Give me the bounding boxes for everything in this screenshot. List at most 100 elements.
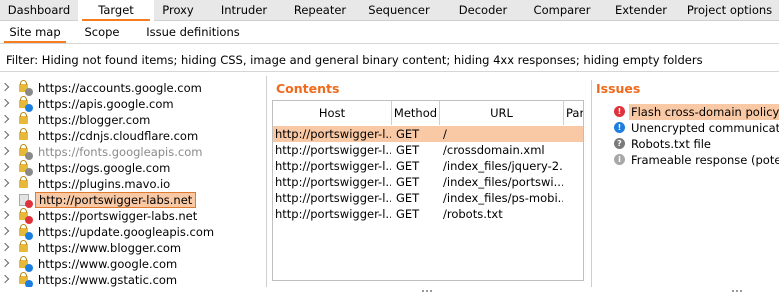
lock-icon <box>17 112 33 128</box>
tree-node-label: https://cdnjs.cloudflare.com <box>38 129 199 143</box>
chevron-right-icon[interactable] <box>0 258 10 268</box>
tree-node[interactable]: https://plugins.mavo.io <box>0 176 266 192</box>
column-header-params[interactable]: Para <box>564 101 583 125</box>
chevron-right-icon[interactable] <box>0 178 10 188</box>
contents-title: Contents <box>276 81 340 96</box>
status-dot <box>25 168 33 176</box>
table-row[interactable]: http://portswigger-l... GET /index_files… <box>273 190 583 206</box>
tab-label: Scope <box>84 25 120 39</box>
tree-node-label: https://www.gstatic.com <box>38 273 178 287</box>
status-dot <box>25 232 33 240</box>
cell-url: /index_files/ps-mobi... <box>443 191 563 205</box>
chevron-right-icon[interactable] <box>0 82 10 92</box>
cell-host: http://portswigger-l... <box>275 127 391 141</box>
resize-grip[interactable] <box>422 281 436 292</box>
issue-label: Robots.txt file <box>631 137 711 151</box>
tab-label: Comparer <box>533 3 591 17</box>
chevron-right-icon[interactable] <box>0 98 10 108</box>
tree-node-label: https://fonts.googleapis.com <box>38 145 203 159</box>
tab-label: Site map <box>9 25 61 39</box>
tab-comparer[interactable]: Comparer <box>522 0 602 20</box>
tree-node-label: https://ogs.google.com <box>38 161 171 175</box>
tree-node[interactable]: https://accounts.google.com <box>0 80 266 96</box>
status-dot <box>25 104 33 112</box>
issue-item[interactable]: ? Robots.txt file <box>614 136 779 152</box>
chevron-right-icon[interactable] <box>0 226 10 236</box>
filter-bar[interactable]: Filter: Hiding not found items; hiding C… <box>0 48 779 72</box>
chevron-right-icon[interactable] <box>0 274 10 284</box>
site-map-tree[interactable]: https://accounts.google.com https://apis… <box>0 76 267 287</box>
tree-node[interactable]: https://cdnjs.cloudflare.com <box>0 128 266 144</box>
issue-label: Flash cross-domain policy <box>629 104 779 120</box>
lock-icon <box>17 96 33 112</box>
chevron-right-icon[interactable] <box>0 210 10 220</box>
table-row[interactable]: http://portswigger-l... GET / <box>273 126 583 142</box>
lock-icon <box>17 256 33 272</box>
chevron-right-icon[interactable] <box>0 114 10 124</box>
tree-node[interactable]: https://blogger.com <box>0 112 266 128</box>
lock-icon <box>17 224 33 240</box>
chevron-right-icon[interactable] <box>0 194 10 204</box>
tree-node[interactable]: https://www.gstatic.com <box>0 272 266 287</box>
issue-item[interactable]: ! Flash cross-domain policy <box>614 104 779 120</box>
issue-item[interactable]: i Frameable response (potential <box>614 152 779 168</box>
tree-node-label: https://blogger.com <box>38 113 151 127</box>
tab-proxy[interactable]: Proxy <box>154 0 202 20</box>
tab-intruder[interactable]: Intruder <box>202 0 286 20</box>
tab-label: Dashboard <box>7 3 71 17</box>
chevron-right-icon[interactable] <box>0 162 10 172</box>
tab-label: Proxy <box>162 3 194 17</box>
tree-node[interactable]: https://portswigger-labs.net <box>0 208 266 224</box>
column-label: Method <box>393 106 438 120</box>
tree-node-selected[interactable]: http://portswigger-labs.net <box>0 192 266 208</box>
contents-panel: Contents Host Method URL Para http://por… <box>272 80 584 292</box>
tree-node[interactable]: https://www.google.com <box>0 256 266 272</box>
tab-dashboard[interactable]: Dashboard <box>0 0 78 20</box>
tab-target[interactable]: Target <box>78 0 154 21</box>
status-dot <box>25 264 33 272</box>
cell-host: http://portswigger-l... <box>275 175 391 189</box>
column-header-method[interactable]: Method <box>392 101 440 125</box>
tree-node[interactable]: https://ogs.google.com <box>0 160 266 176</box>
status-dot <box>25 200 33 208</box>
table-row[interactable]: http://portswigger-l... GET /crossdomain… <box>273 142 583 158</box>
high-severity-icon: ! <box>614 106 625 117</box>
chevron-right-icon[interactable] <box>0 130 10 140</box>
tab-sequencer[interactable]: Sequencer <box>354 0 444 20</box>
resize-grip[interactable] <box>732 281 746 292</box>
column-label: URL <box>490 106 513 120</box>
column-header-url[interactable]: URL <box>440 101 564 125</box>
tab-label: Issue definitions <box>146 25 240 39</box>
tab-site-map[interactable]: Site map <box>0 21 70 43</box>
tab-scope[interactable]: Scope <box>70 21 134 43</box>
issue-item[interactable]: ! Unencrypted communications <box>614 120 779 136</box>
table-header: Host Method URL Para <box>273 101 583 125</box>
tab-label: Intruder <box>220 3 268 17</box>
tab-project-options[interactable]: Project options <box>680 0 779 20</box>
cell-url: /index_files/jquery-2... <box>443 159 563 173</box>
lock-icon <box>17 176 33 192</box>
column-header-host[interactable]: Host <box>273 101 392 125</box>
tab-repeater[interactable]: Repeater <box>286 0 354 20</box>
chevron-right-icon[interactable] <box>0 242 10 252</box>
tree-node[interactable]: https://update.googleapis.com <box>0 224 266 240</box>
tree-node-label: https://apis.google.com <box>38 97 174 111</box>
contents-table[interactable]: Host Method URL Para http://portswigger-… <box>272 100 584 281</box>
lock-icon <box>17 208 33 224</box>
table-row[interactable]: http://portswigger-l... GET /robots.txt <box>273 206 583 222</box>
tab-issue-definitions[interactable]: Issue definitions <box>134 21 252 43</box>
chevron-right-icon[interactable] <box>0 146 10 156</box>
tree-node[interactable]: https://apis.google.com <box>0 96 266 112</box>
table-row[interactable]: http://portswigger-l... GET /index_files… <box>273 174 583 190</box>
tab-decoder[interactable]: Decoder <box>444 0 522 20</box>
tab-label: Decoder <box>458 3 508 17</box>
lock-icon <box>17 144 33 160</box>
cell-method: GET <box>396 191 420 205</box>
tree-node[interactable]: https://fonts.googleapis.com <box>0 144 266 160</box>
tree-node[interactable]: https://www.blogger.com <box>0 240 266 256</box>
cell-url: / <box>443 127 447 141</box>
tab-label: Extender <box>614 3 668 17</box>
table-row[interactable]: http://portswigger-l... GET /index_files… <box>273 158 583 174</box>
tab-extender[interactable]: Extender <box>602 0 680 20</box>
cell-method: GET <box>396 159 420 173</box>
